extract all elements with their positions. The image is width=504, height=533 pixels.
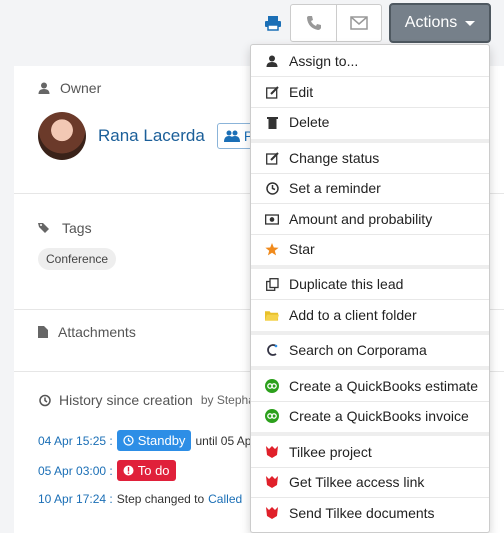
owner-label: Owner bbox=[60, 80, 102, 96]
menu-divider bbox=[251, 366, 489, 370]
menu-item-label: Create a QuickBooks invoice bbox=[289, 408, 469, 424]
history-icon bbox=[39, 394, 51, 406]
history-header: History since creation by Stepha bbox=[38, 392, 255, 408]
tags-label: Tags bbox=[62, 220, 92, 236]
history-row: 04 Apr 15:25 : Standby until 05 Ap bbox=[38, 430, 251, 451]
status-badge-label: Standby bbox=[137, 433, 186, 448]
menu-item-label: Search on Corporama bbox=[289, 342, 427, 358]
menu-item-label: Add to a client folder bbox=[289, 307, 417, 323]
tags-header: Tags bbox=[38, 220, 92, 236]
print-button[interactable] bbox=[258, 6, 288, 40]
trash-icon bbox=[265, 115, 279, 129]
menu-item-label: Create a QuickBooks estimate bbox=[289, 378, 479, 394]
menu-item-edit[interactable]: Edit bbox=[251, 77, 489, 107]
edit-icon bbox=[265, 85, 279, 99]
menu-item-label: Get Tilkee access link bbox=[289, 474, 425, 490]
avatar bbox=[38, 112, 86, 160]
status-badge-label: To do bbox=[137, 463, 170, 478]
menu-item-quickbooks-invoice[interactable]: Create a QuickBooks invoice bbox=[251, 401, 489, 431]
tilkee-icon bbox=[265, 506, 279, 520]
menu-item-label: Star bbox=[289, 241, 315, 257]
status-badge-standby: Standby bbox=[116, 430, 192, 451]
status-badge-todo: To do bbox=[116, 460, 176, 481]
menu-item-client-folder[interactable]: Add to a client folder bbox=[251, 300, 489, 330]
menu-item-tilkee-send[interactable]: Send Tilkee documents bbox=[251, 498, 489, 528]
menu-item-tilkee-project[interactable]: Tilkee project bbox=[251, 437, 489, 467]
menu-item-tilkee-link[interactable]: Get Tilkee access link bbox=[251, 467, 489, 497]
history-row: 10 Apr 17:24 : Step changed to Called bbox=[38, 492, 242, 506]
history-author: by Stepha bbox=[200, 393, 255, 407]
edit-icon bbox=[265, 151, 279, 165]
attachments-header: Attachments bbox=[38, 324, 136, 340]
copy-icon bbox=[265, 277, 279, 291]
quickbooks-icon bbox=[265, 379, 279, 393]
history-suffix: until 05 Ap bbox=[195, 433, 252, 448]
step-link[interactable]: Called bbox=[208, 492, 242, 506]
quickbooks-icon bbox=[265, 409, 279, 423]
lead-page: Actions Owner Rana Lacerda Pro Tags bbox=[0, 0, 504, 533]
actions-label: Actions bbox=[404, 14, 458, 31]
menu-item-label: Edit bbox=[289, 84, 314, 100]
owner-header: Owner bbox=[38, 80, 101, 96]
exclamation-icon bbox=[123, 465, 134, 476]
menu-item-delete[interactable]: Delete bbox=[251, 107, 489, 137]
menu-item-label: Duplicate this lead bbox=[289, 276, 404, 292]
menu-item-quickbooks-estimate[interactable]: Create a QuickBooks estimate bbox=[251, 371, 489, 401]
owner-name-link[interactable]: Rana Lacerda bbox=[98, 126, 205, 146]
menu-item-label: Tilkee project bbox=[289, 444, 372, 460]
history-title: History since creation bbox=[59, 392, 193, 408]
corporama-icon bbox=[265, 343, 279, 357]
menu-divider bbox=[251, 432, 489, 436]
menu-item-label: Amount and probability bbox=[289, 211, 433, 227]
tilkee-icon bbox=[265, 445, 279, 459]
phone-icon bbox=[306, 16, 321, 30]
history-date: 05 Apr 03:00 : bbox=[38, 463, 113, 478]
caret-down-icon bbox=[465, 20, 476, 26]
tags-icon bbox=[38, 223, 49, 233]
print-icon bbox=[265, 16, 281, 31]
contact-button-group bbox=[290, 4, 382, 42]
clock-icon bbox=[265, 181, 279, 195]
menu-item-reminder[interactable]: Set a reminder bbox=[251, 173, 489, 203]
menu-item-change-status[interactable]: Change status bbox=[251, 143, 489, 173]
menu-item-label: Set a reminder bbox=[289, 180, 381, 196]
actions-menu: Assign to... Edit Delete Change status S… bbox=[250, 44, 490, 533]
actions-dropdown-button[interactable]: Actions bbox=[389, 3, 491, 43]
envelope-icon bbox=[350, 16, 368, 30]
history-date: 04 Apr 15:25 : bbox=[38, 433, 113, 448]
attachments-label: Attachments bbox=[58, 324, 136, 340]
folder-icon bbox=[265, 308, 279, 322]
menu-item-duplicate[interactable]: Duplicate this lead bbox=[251, 269, 489, 299]
email-button[interactable] bbox=[336, 5, 381, 41]
history-date: 10 Apr 17:24 : bbox=[38, 492, 113, 506]
menu-item-amount[interactable]: Amount and probability bbox=[251, 204, 489, 234]
file-icon bbox=[38, 326, 48, 338]
call-button[interactable] bbox=[291, 5, 336, 41]
menu-item-assign[interactable]: Assign to... bbox=[251, 46, 489, 76]
menu-item-label: Assign to... bbox=[289, 53, 359, 69]
tilkee-icon bbox=[265, 475, 279, 489]
money-icon bbox=[265, 212, 279, 226]
tag-chip[interactable]: Conference bbox=[38, 248, 117, 270]
star-icon bbox=[265, 242, 279, 256]
menu-item-star[interactable]: Star bbox=[251, 234, 489, 264]
menu-item-label: Send Tilkee documents bbox=[289, 505, 435, 521]
history-text: Step changed to bbox=[116, 492, 205, 506]
owner-row: Rana Lacerda Pro bbox=[38, 112, 273, 160]
menu-item-corporama[interactable]: Search on Corporama bbox=[251, 335, 489, 365]
toolbar: Actions bbox=[0, 0, 504, 46]
users-icon bbox=[223, 130, 240, 142]
menu-item-label: Delete bbox=[289, 114, 330, 130]
history-row: 05 Apr 03:00 : To do bbox=[38, 460, 176, 481]
user-icon bbox=[265, 54, 279, 68]
user-icon bbox=[38, 82, 50, 94]
menu-item-label: Change status bbox=[289, 150, 380, 166]
clock-icon bbox=[123, 435, 134, 446]
